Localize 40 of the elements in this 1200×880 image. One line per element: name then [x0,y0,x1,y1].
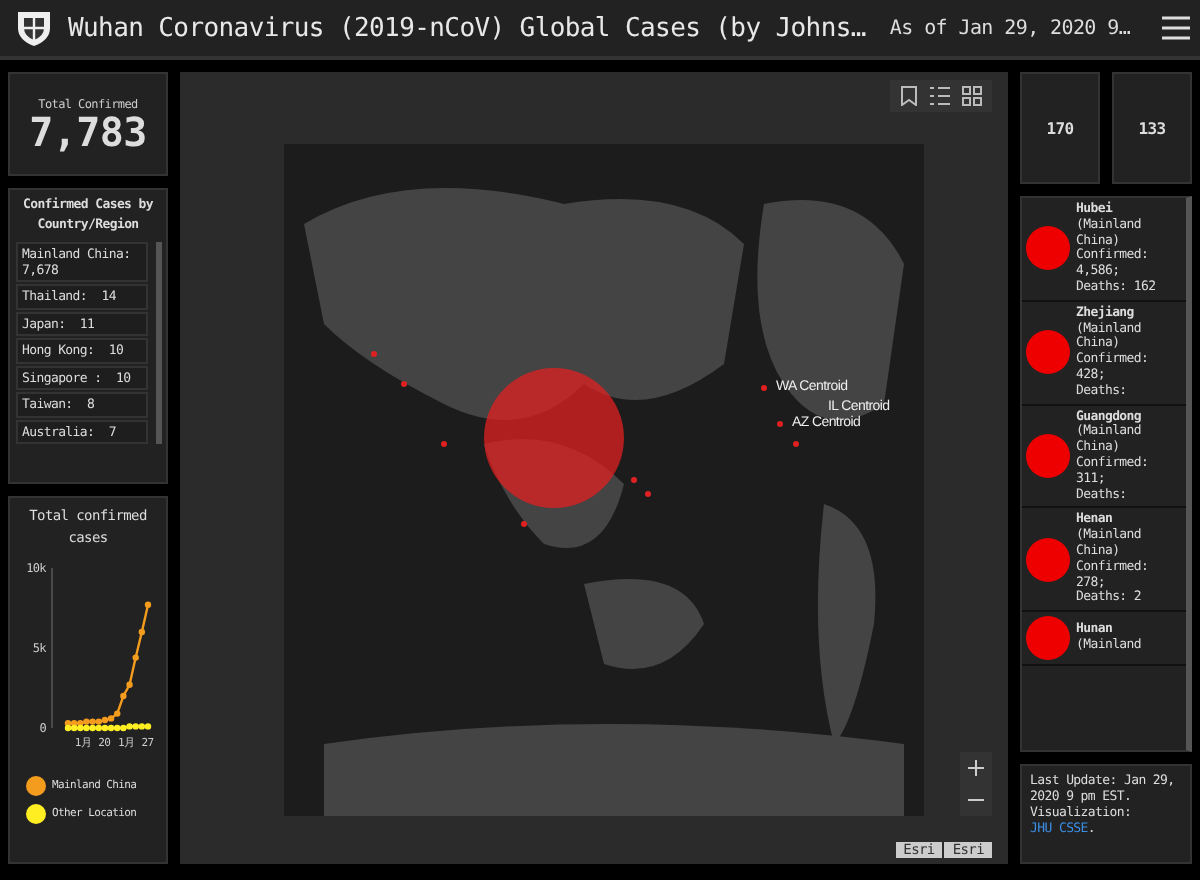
case-dot-icon [1026,433,1070,478]
point [89,718,96,725]
point [132,654,139,661]
point [83,718,90,725]
stat-value: 170 [1046,119,1074,137]
case-dot-icon [1026,330,1070,375]
point [89,724,96,732]
timestamp: As of Jan 29, 2020 9… [889,17,1131,39]
point [107,715,115,722]
point [70,724,78,732]
point [114,710,121,717]
point [132,723,139,730]
point [101,716,109,724]
point [95,724,102,732]
page-title: Wuhan Coronavirus (2019-nCoV) Global Cases (by Johns… [68,13,866,43]
point [64,724,72,732]
point [95,718,102,725]
list-icon[interactable] [930,86,950,106]
total-value: 7,783 [29,111,147,151]
point [101,724,109,732]
point [120,692,127,700]
point [114,724,121,732]
point [107,724,115,732]
case-dot-icon [1026,537,1070,582]
case-dot-icon [1026,616,1070,661]
point [126,681,133,688]
menu-icon[interactable] [1162,16,1191,40]
point [144,601,152,608]
point [138,628,146,636]
bookmark-icon[interactable] [900,86,918,106]
point [83,724,90,732]
shield-logo-icon [16,8,52,48]
point [126,723,133,730]
case-dot-icon [1026,226,1070,271]
grid-icon[interactable] [962,86,982,106]
point [138,723,146,730]
point [77,724,84,732]
stat-value: 133 [1138,119,1166,137]
point [120,724,127,732]
point [144,723,152,730]
